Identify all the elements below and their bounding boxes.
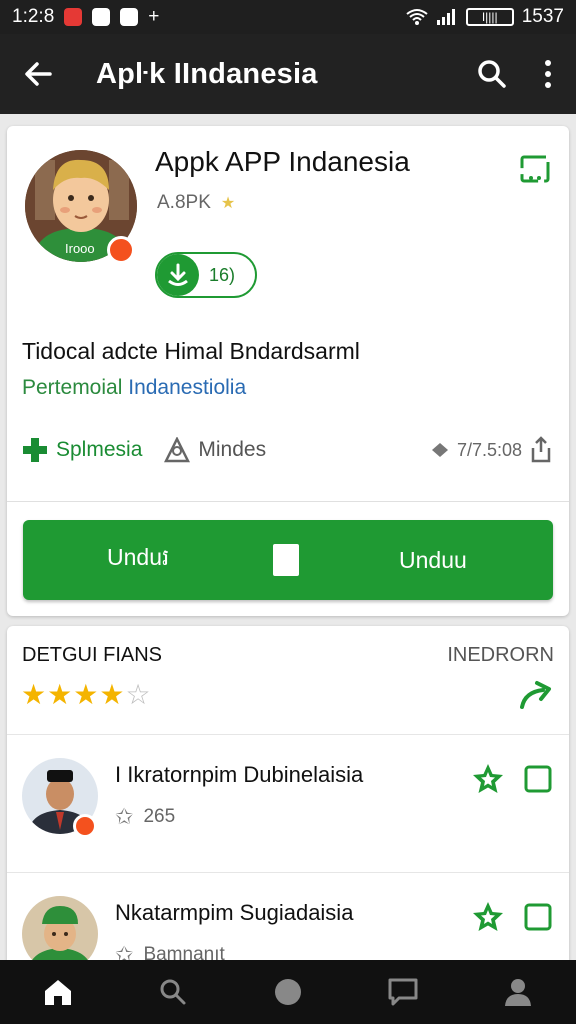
notification-icon [92, 8, 111, 26]
developer-name: A.8PK [157, 192, 211, 213]
star-icon: ★ [99, 679, 126, 710]
bookmark-icon [520, 155, 550, 183]
chat-icon [388, 978, 418, 1006]
divider [7, 872, 569, 873]
review-author: Nkatarmpim Sugiadaisia [115, 900, 354, 925]
category-icon [23, 438, 47, 462]
size-icon [431, 443, 448, 457]
select-checkbox[interactable] [523, 902, 553, 937]
bookmark-button[interactable] [519, 154, 551, 189]
download-button-label-secondary: Unduu [399, 546, 467, 573]
page-title: Apŀk IIndanesia [96, 57, 318, 90]
downloads-pill[interactable]: 16) [155, 252, 257, 298]
app-bar: Apŀk IIndanesia [0, 34, 576, 114]
star-icon [473, 902, 503, 931]
select-checkbox[interactable] [523, 764, 553, 799]
publisher-icon [164, 437, 191, 463]
star-icon: ★ [21, 679, 48, 710]
profile-icon [505, 979, 532, 1006]
notification-icon [64, 8, 83, 26]
bottom-nav [0, 960, 576, 1024]
download-icon [157, 254, 199, 296]
category-link[interactable]: Splmesia [22, 437, 142, 463]
status-time-right: 1537 [521, 6, 564, 27]
download-button[interactable]: Unduរ Unduu [23, 520, 553, 600]
search-button[interactable] [464, 34, 520, 114]
nav-search[interactable] [143, 960, 203, 1024]
signal-icon [436, 9, 455, 25]
star-icon [473, 764, 503, 793]
nav-profile[interactable] [488, 960, 548, 1024]
overflow-menu-button[interactable] [520, 34, 576, 114]
app-info-card: Irooo Appk APP Indanesia A.8PK ★ 16) Tido… [7, 126, 569, 616]
search-icon [478, 60, 506, 88]
review-meta: ✩ 265 [115, 804, 175, 830]
favorite-button[interactable] [471, 900, 505, 939]
downloads-count: 16) [209, 264, 236, 285]
star-icon: ★ [73, 679, 100, 710]
size-info: 7/7.5:08 [429, 436, 554, 464]
publisher-label: Mindes [198, 438, 267, 461]
nav-home[interactable] [28, 960, 88, 1024]
publisher-link[interactable]: Mindes [164, 437, 266, 463]
tagline-green: Pertemoial [22, 376, 123, 399]
checkbox-icon [524, 903, 552, 931]
app-icon-label: Irooo [65, 241, 95, 256]
review-author: I Ikratornpim Dubinelaisia [115, 762, 364, 787]
nav-circle[interactable] [258, 960, 318, 1024]
tagline-blue: Indanestiolia [128, 376, 247, 399]
home-icon [44, 980, 71, 1005]
download-button-marker [273, 544, 299, 576]
share-button[interactable] [519, 680, 553, 715]
wifi-icon [406, 9, 428, 25]
back-button[interactable] [0, 34, 76, 114]
back-arrow-icon [25, 62, 52, 86]
app-badge [107, 236, 135, 264]
status-time-left: 1:2:8 [12, 6, 55, 27]
star-outline-icon: ✩ [115, 804, 134, 829]
app-tagline: Pertemoial Indanestiolia [22, 376, 246, 400]
reviews-more-link[interactable]: INEDRORN [447, 644, 554, 667]
nav-search-icon [160, 979, 186, 1005]
app-name: Appk APP Indanesia [155, 146, 410, 177]
app-developer[interactable]: A.8PK ★ [157, 192, 235, 214]
app-description: Tidocal adcte Himal Bndardsarml [22, 338, 360, 364]
meta-row: Splmesia Mindes 7/7.5:08 [22, 432, 554, 468]
plus-icon: + [148, 6, 160, 27]
circle-icon [274, 979, 301, 1005]
reviews-card: DETGUI FIANS INEDRORN ★★★★☆ I Ikratornpi… [7, 626, 569, 971]
review-count: 265 [143, 806, 176, 827]
share-icon[interactable] [528, 436, 554, 464]
star-icon: ★ [47, 679, 74, 710]
status-bar: 1:2:8 + I|||| 1537 [0, 0, 576, 34]
overflow-menu-icon [545, 60, 551, 88]
notification-icon [120, 8, 139, 26]
category-label: Splmesia [56, 438, 143, 461]
share-arrow-icon [520, 681, 551, 709]
star-icon: ★ [220, 195, 236, 212]
favorite-button[interactable] [471, 762, 505, 801]
checkbox-icon [524, 765, 552, 793]
list-item[interactable]: I Ikratornpim Dubinelaisia ✩ 265 [7, 758, 569, 868]
download-button-label: Unduរ [107, 543, 170, 570]
divider [7, 734, 569, 735]
nav-messages[interactable] [373, 960, 433, 1024]
size-label: 7/7.5:08 [456, 439, 522, 460]
reviews-heading: DETGUI FIANS [22, 644, 163, 666]
star-outline-icon: ☆ [125, 679, 152, 710]
battery-icon: I|||| [465, 8, 514, 26]
avatar-badge [73, 814, 97, 838]
rating-stars: ★★★★☆ [21, 678, 152, 711]
divider [7, 501, 569, 502]
